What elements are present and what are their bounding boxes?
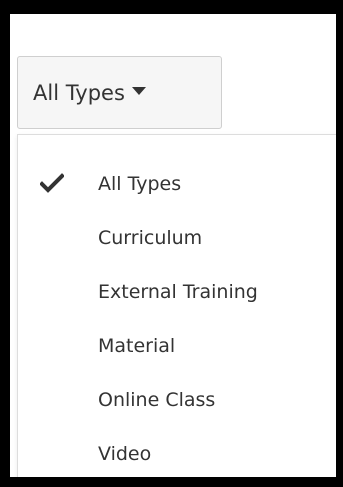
menu-item-label: External Training: [98, 281, 258, 303]
type-filter-menu: All Types Curriculum External Training M…: [17, 134, 336, 477]
check-icon: [40, 173, 64, 193]
menu-item-curriculum[interactable]: Curriculum: [18, 211, 336, 265]
menu-item-label: All Types: [98, 173, 182, 195]
caret-down-icon: [131, 87, 146, 95]
type-filter-selected-label: All Types: [33, 80, 125, 105]
menu-item-label: Material: [98, 335, 176, 357]
menu-item-label: Online Class: [98, 389, 216, 411]
page-canvas: All Types All Types Curriculum External …: [10, 14, 336, 477]
menu-item-all-types[interactable]: All Types: [18, 157, 336, 211]
menu-item-online-class[interactable]: Online Class: [18, 373, 336, 427]
type-filter-dropdown-button[interactable]: All Types: [17, 56, 222, 129]
menu-item-video[interactable]: Video: [18, 427, 336, 477]
menu-item-label: Curriculum: [98, 227, 203, 249]
menu-item-label: Video: [98, 443, 152, 465]
menu-item-external-training[interactable]: External Training: [18, 265, 336, 319]
menu-item-material[interactable]: Material: [18, 319, 336, 373]
